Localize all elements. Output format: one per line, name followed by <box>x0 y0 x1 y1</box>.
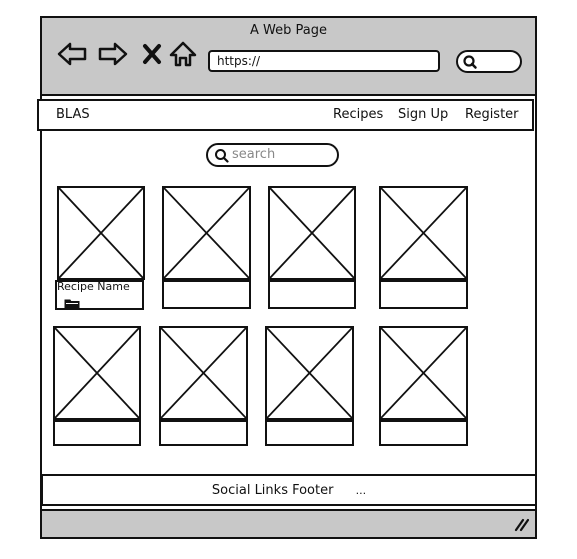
folder-icon <box>64 299 80 309</box>
footer-more[interactable]: ... <box>356 484 367 497</box>
home-icon[interactable] <box>167 40 199 68</box>
site-footer: Social Links Footer ... <box>41 474 537 506</box>
recipe-card-image[interactable] <box>53 326 141 420</box>
recipe-card-image[interactable] <box>265 326 354 420</box>
close-icon[interactable] <box>136 40 168 68</box>
search-icon <box>463 55 477 69</box>
recipe-card-image[interactable] <box>57 186 145 280</box>
nav-link-sign-up[interactable]: Sign Up <box>398 107 448 122</box>
recipe-card-image[interactable] <box>379 326 468 420</box>
nav-link-register[interactable]: Register <box>465 107 519 122</box>
forward-arrow-icon[interactable] <box>97 40 129 68</box>
recipe-card-caption[interactable] <box>265 420 354 446</box>
window-title: A Web Page <box>250 23 327 38</box>
recipe-card-image[interactable] <box>379 186 468 280</box>
recipe-card-caption[interactable] <box>379 280 468 309</box>
recipe-card-caption[interactable] <box>379 420 468 446</box>
browser-search-field[interactable] <box>456 50 522 73</box>
url-input[interactable]: https:// <box>208 50 440 72</box>
recipe-card-caption[interactable] <box>162 280 251 309</box>
recipe-name[interactable]: Recipe Name <box>57 280 130 293</box>
nav-link-recipes[interactable]: Recipes <box>333 107 383 122</box>
resize-grip-icon[interactable] <box>513 518 529 532</box>
site-brand[interactable]: BLAS <box>56 107 90 122</box>
recipe-card-caption[interactable]: Recipe Name <box>55 280 144 310</box>
footer-text[interactable]: Social Links Footer <box>212 483 334 498</box>
recipe-card-caption[interactable] <box>268 280 356 309</box>
back-arrow-icon[interactable] <box>56 40 88 68</box>
site-navbar <box>37 99 534 131</box>
recipe-card-image[interactable] <box>162 186 251 280</box>
search-placeholder: search <box>232 147 276 162</box>
search-icon <box>215 149 229 163</box>
browser-status-bar <box>42 509 535 537</box>
recipe-card-image[interactable] <box>268 186 356 280</box>
search-input[interactable]: search <box>206 143 339 167</box>
recipe-card-caption[interactable] <box>53 420 141 446</box>
recipe-card-image[interactable] <box>159 326 248 420</box>
recipe-card-caption[interactable] <box>159 420 248 446</box>
